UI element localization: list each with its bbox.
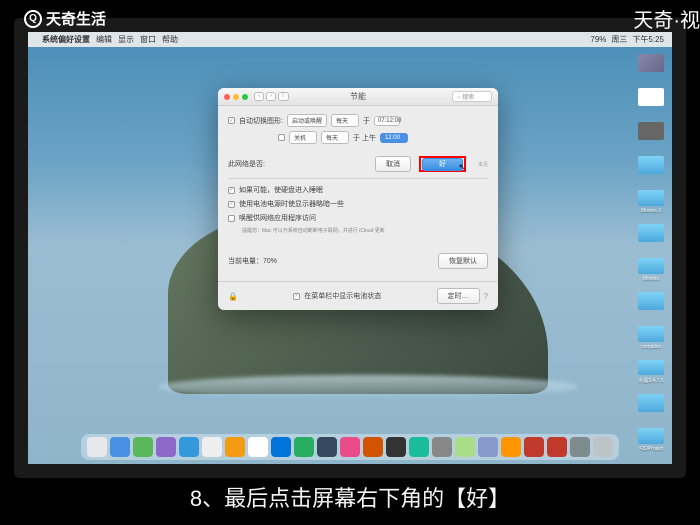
dock-app[interactable]: [225, 437, 245, 457]
menu-view[interactable]: 显示: [118, 34, 134, 45]
note-text: 提醒您：Mac 可以与系统自动断断电子联网，并进行 iCloud 更新: [242, 227, 488, 234]
dock-app[interactable]: [133, 437, 153, 457]
dock-app[interactable]: [248, 437, 268, 457]
schedule-time-field[interactable]: 07:12:00: [374, 116, 400, 126]
dock-app[interactable]: [570, 437, 590, 457]
dock-app[interactable]: [179, 437, 199, 457]
menu-help[interactable]: 帮助: [162, 34, 178, 45]
watermark-icon: Q: [24, 10, 42, 28]
shutdown-time-field[interactable]: 12:00: [380, 133, 408, 143]
desktop-screen: 系统偏好设置 编辑 显示 窗口 帮助 79% 周三 下午5:25 Movies …: [28, 32, 672, 464]
dock-app[interactable]: [386, 437, 406, 457]
check-sleep-disk[interactable]: [228, 187, 235, 194]
schedule-action-select[interactable]: 启动或唤醒: [287, 114, 327, 127]
schedule-day-select[interactable]: 每天: [331, 114, 359, 127]
menu-edit[interactable]: 编辑: [96, 34, 112, 45]
confirm-prompt: 此网络是否:: [228, 159, 265, 169]
desktop-folder[interactable]: >2DProject: [636, 428, 666, 452]
desktop-folder[interactable]: [636, 156, 666, 180]
dock-app[interactable]: [294, 437, 314, 457]
battery-level-text: 当前电量：70%: [228, 256, 277, 266]
close-icon[interactable]: [224, 94, 230, 100]
schedule-label: 自动切换图形:: [239, 116, 283, 126]
check-dim-display[interactable]: [228, 201, 235, 208]
restore-defaults-button[interactable]: 恢复默认: [438, 253, 488, 269]
desktop-folder[interactable]: compiles: [636, 326, 666, 350]
watermark-left: Q 天奇生活: [24, 8, 106, 29]
dock-app[interactable]: [87, 437, 107, 457]
desktop-icon[interactable]: [636, 122, 666, 146]
ok-button[interactable]: 好: [422, 158, 463, 171]
dock-app[interactable]: [317, 437, 337, 457]
window-body: 自动切换图形: 启动或唤醒 每天 于 07:12:00 关机 每天 于 上午 1…: [218, 106, 498, 281]
window-title: 节能: [350, 91, 366, 102]
menubar-day: 周三: [611, 34, 627, 45]
maximize-icon[interactable]: [242, 94, 248, 100]
show-battery-label: 在菜单栏中显示电池状态: [304, 291, 381, 301]
watermark-right: 天奇·视: [633, 4, 700, 33]
desktop-folder[interactable]: [636, 394, 666, 418]
window-footer: 🔒 在菜单栏中显示电池状态 定时… ?: [218, 281, 498, 310]
dock-app[interactable]: [478, 437, 498, 457]
desktop-folder[interactable]: [636, 224, 666, 248]
dock-app[interactable]: [110, 437, 130, 457]
schedule-checkbox-2[interactable]: [278, 134, 285, 141]
dock-app[interactable]: [524, 437, 544, 457]
minimize-icon[interactable]: [233, 94, 239, 100]
battery-percent: 79%: [590, 35, 606, 44]
desktop-icons-column: Movies 3 Movies compiles 水晶3.4.7.5 >2DPr…: [636, 54, 666, 452]
dock-app[interactable]: [363, 437, 383, 457]
wallpaper-shore: [158, 375, 578, 399]
dock: [81, 434, 619, 460]
traffic-lights: [224, 94, 248, 100]
menubar: 系统偏好设置 编辑 显示 窗口 帮助 79% 周三 下午5:25: [28, 32, 672, 47]
schedule-checkbox-1[interactable]: [228, 117, 235, 124]
menubar-time: 下午5:25: [632, 34, 664, 45]
forward-button[interactable]: ›: [266, 92, 276, 101]
back-button[interactable]: ‹: [254, 92, 264, 101]
dock-app[interactable]: [340, 437, 360, 457]
tutorial-caption: 8、最后点击屏幕右下角的【好】: [180, 479, 520, 515]
shutdown-select[interactable]: 关机: [289, 131, 317, 144]
cursor-icon: ↖: [458, 162, 466, 173]
dock-app[interactable]: [501, 437, 521, 457]
desktop-folder[interactable]: 水晶3.4.7.5: [636, 360, 666, 384]
check-wake-network[interactable]: [228, 215, 235, 222]
monitor-frame: 系统偏好设置 编辑 显示 窗口 帮助 79% 周三 下午5:25 Movies …: [14, 18, 686, 478]
search-field[interactable]: ○ 搜索: [452, 91, 492, 102]
lock-icon[interactable]: 🔒: [228, 292, 238, 301]
desktop-folder[interactable]: [636, 292, 666, 316]
menubar-app-name[interactable]: 系统偏好设置: [42, 34, 90, 45]
desktop-icon[interactable]: [636, 54, 666, 78]
dock-app[interactable]: [271, 437, 291, 457]
desktop-folder[interactable]: Movies 3: [636, 190, 666, 214]
dock-app[interactable]: [455, 437, 475, 457]
window-titlebar[interactable]: ‹ › ⦙⦙ 节能 ○ 搜索: [218, 88, 498, 106]
shutdown-day-select[interactable]: 每天: [321, 131, 349, 144]
dock-app[interactable]: [409, 437, 429, 457]
toolbar-nav: ‹ › ⦙⦙: [254, 92, 289, 101]
dock-app[interactable]: [156, 437, 176, 457]
watermark-left-text: 天奇生活: [46, 8, 106, 29]
schedule-button[interactable]: 定时…: [437, 288, 480, 304]
desktop-icon[interactable]: [636, 88, 666, 112]
show-battery-checkbox[interactable]: [293, 293, 300, 300]
menubar-right: 79% 周三 下午5:25: [590, 34, 664, 45]
preferences-window: ‹ › ⦙⦙ 节能 ○ 搜索 自动切换图形: 启动或唤醒 每天 于 07:12:…: [218, 88, 498, 310]
help-icon[interactable]: ?: [484, 292, 488, 301]
grid-button[interactable]: ⦙⦙: [278, 92, 289, 101]
cancel-button[interactable]: 取消: [375, 156, 411, 172]
dock-app[interactable]: [547, 437, 567, 457]
dock-trash[interactable]: [593, 437, 613, 457]
dock-app[interactable]: [202, 437, 222, 457]
dock-app[interactable]: [432, 437, 452, 457]
menu-window[interactable]: 窗口: [140, 34, 156, 45]
desktop-folder[interactable]: Movies: [636, 258, 666, 282]
